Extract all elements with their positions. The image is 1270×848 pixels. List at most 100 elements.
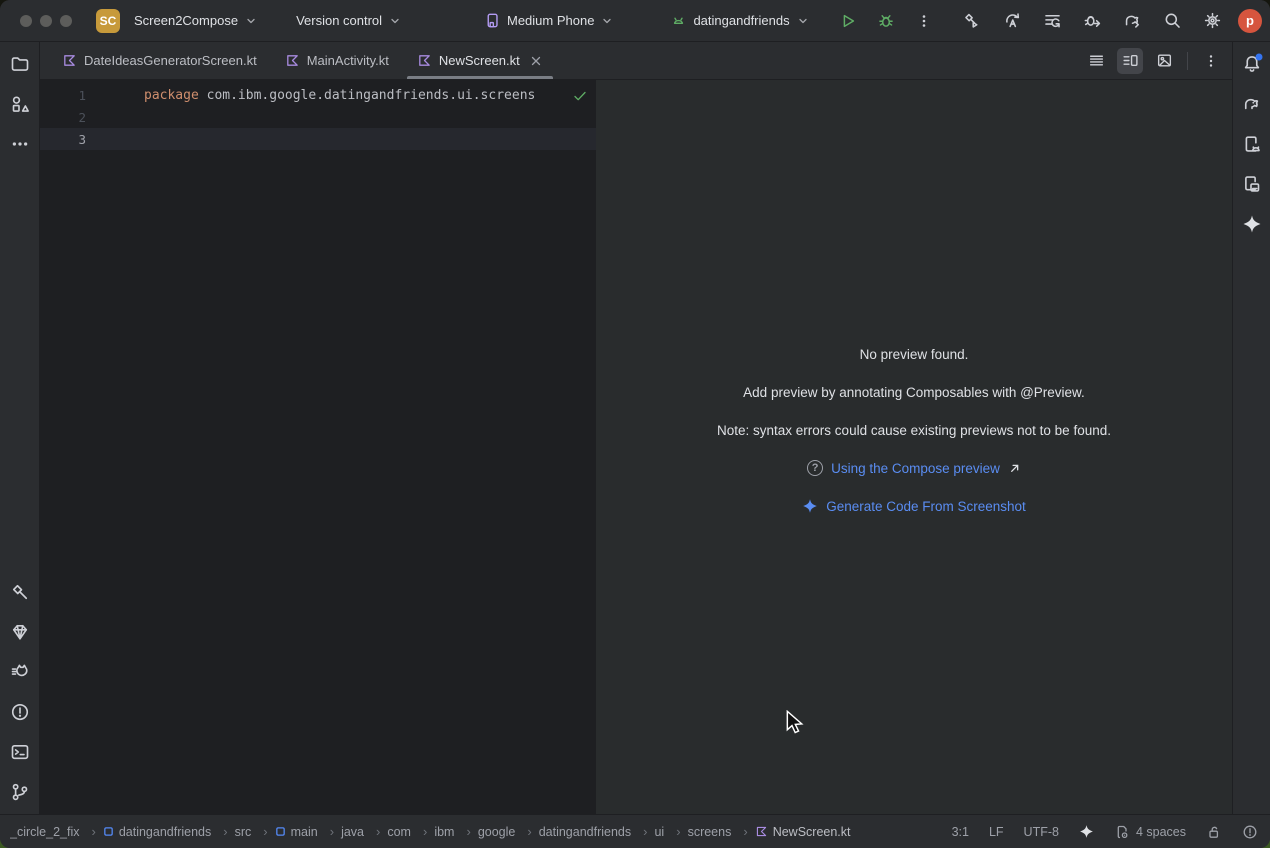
breadcrumb-item[interactable]: google — [478, 824, 539, 839]
gradle-tool-button[interactable] — [1238, 90, 1266, 118]
user-avatar[interactable]: p — [1238, 9, 1262, 33]
kebab-menu-icon — [1203, 53, 1219, 69]
tab-label: DateIdeasGeneratorScreen.kt — [84, 53, 257, 68]
editor-view-toggles — [1083, 42, 1232, 79]
vcs-label: Version control — [296, 13, 382, 28]
inspections-status[interactable] — [572, 88, 588, 104]
gem-icon — [10, 622, 30, 642]
minimize-window-button[interactable] — [40, 15, 52, 27]
code-editor[interactable]: 1 package com.ibm.google.datingandfriend… — [40, 80, 596, 814]
hammer-icon — [10, 582, 30, 602]
breadcrumb-item-file[interactable]: NewScreen.kt — [755, 825, 851, 839]
breadcrumb-label: NewScreen.kt — [773, 825, 851, 839]
split-view-button[interactable] — [1117, 48, 1143, 74]
breadcrumb-item[interactable]: java — [341, 824, 387, 839]
more-run-options-button[interactable] — [910, 7, 938, 35]
readonly-toggle[interactable] — [1206, 824, 1222, 840]
ellipsis-icon — [10, 134, 30, 154]
device-selector[interactable]: Medium Phone — [478, 8, 620, 33]
breadcrumb-item[interactable]: datingandfriends — [539, 824, 655, 839]
compose-preview-help-link[interactable]: ? Using the Compose preview — [807, 449, 1021, 487]
problems-tool-button[interactable] — [6, 698, 34, 726]
gradle-sync-button[interactable] — [1118, 7, 1146, 35]
run-button[interactable] — [834, 7, 862, 35]
run-configuration-selector[interactable]: datingandfriends — [664, 8, 815, 33]
encoding-widget[interactable]: UTF-8 — [1024, 825, 1059, 839]
main-area: DateIdeasGeneratorScreen.kt MainActivity… — [0, 42, 1270, 814]
breadcrumb: _circle_2_fix datingandfriends src main … — [10, 824, 851, 839]
indent-config-icon — [1114, 824, 1130, 840]
breadcrumb-label: google — [478, 825, 516, 839]
line-number: 3 — [40, 132, 104, 147]
settings-button[interactable] — [1198, 7, 1226, 35]
version-control-tool-button[interactable] — [6, 778, 34, 806]
tab-dateideasgeneratorscreen[interactable]: DateIdeasGeneratorScreen.kt — [48, 42, 271, 79]
caret-position-widget[interactable]: 3:1 — [952, 825, 969, 839]
no-preview-message: No preview found. — [860, 335, 969, 373]
line-ending-widget[interactable]: LF — [989, 825, 1004, 839]
sparkle-icon — [1242, 214, 1262, 234]
breadcrumb-label: com — [387, 825, 411, 839]
bug-icon — [877, 12, 895, 30]
editor-options-button[interactable] — [1198, 48, 1224, 74]
run-configuration-label: datingandfriends — [693, 13, 789, 28]
generate-code-from-screenshot-link[interactable]: Generate Code From Screenshot — [802, 487, 1026, 525]
device-icon — [484, 12, 501, 29]
build-tool-button[interactable] — [6, 578, 34, 606]
keyword-token: package — [144, 88, 199, 103]
gemini-tool-button[interactable] — [1238, 210, 1266, 238]
sync-project-button[interactable] — [1038, 7, 1066, 35]
device-manager-tool-button[interactable] — [1238, 130, 1266, 158]
gemini-status-widget[interactable] — [1079, 824, 1094, 839]
apply-code-changes-button[interactable] — [1078, 7, 1106, 35]
tab-label: MainActivity.kt — [307, 53, 389, 68]
run-actions — [834, 7, 938, 35]
design-view-button[interactable] — [1151, 48, 1177, 74]
design-view-icon — [1156, 52, 1173, 69]
tab-newscreen[interactable]: NewScreen.kt — [403, 42, 557, 79]
search-everywhere-button[interactable] — [1158, 7, 1186, 35]
apply-changes-button[interactable] — [998, 7, 1026, 35]
breadcrumb-item[interactable]: ibm — [434, 824, 478, 839]
unlocked-padlock-icon — [1206, 824, 1222, 840]
kotlin-file-icon — [285, 53, 300, 68]
indent-widget[interactable]: 4 spaces — [1114, 824, 1186, 840]
editor-line-2: 2 — [40, 106, 596, 128]
logcat-tool-button[interactable] — [6, 658, 34, 686]
running-devices-tool-button[interactable] — [1238, 170, 1266, 198]
git-branch-icon — [10, 782, 30, 802]
close-window-button[interactable] — [20, 15, 32, 27]
apply-changes-icon — [1003, 11, 1022, 30]
breadcrumb-item[interactable]: _circle_2_fix — [10, 824, 103, 839]
editor-content-row: 1 package com.ibm.google.datingandfriend… — [40, 80, 1232, 814]
toolbar-divider — [1187, 52, 1188, 70]
build-run-button[interactable] — [958, 7, 986, 35]
notifications-button[interactable] — [1238, 50, 1266, 78]
project-widget[interactable]: SC Screen2Compose — [90, 5, 264, 37]
breadcrumb-item[interactable]: main — [275, 824, 341, 839]
breadcrumb-item[interactable]: src — [235, 824, 275, 839]
terminal-tool-button[interactable] — [6, 738, 34, 766]
breadcrumb-item[interactable]: datingandfriends — [103, 824, 235, 839]
breadcrumb-item[interactable]: ui — [654, 824, 687, 839]
resource-manager-tool-button[interactable] — [6, 90, 34, 118]
breadcrumb-label: main — [291, 825, 318, 839]
project-tool-button[interactable] — [6, 50, 34, 78]
vcs-widget[interactable]: Version control — [290, 9, 408, 32]
zoom-window-button[interactable] — [60, 15, 72, 27]
close-tab-button[interactable] — [529, 54, 543, 68]
code-view-button[interactable] — [1083, 48, 1109, 74]
breadcrumb-label: datingandfriends — [539, 825, 631, 839]
more-tool-windows-button[interactable] — [6, 130, 34, 158]
external-link-icon — [1008, 462, 1021, 475]
app-quality-insights-tool-button[interactable] — [6, 618, 34, 646]
breadcrumb-item[interactable]: com — [387, 824, 434, 839]
kebab-menu-icon — [916, 13, 932, 29]
debug-button[interactable] — [872, 7, 900, 35]
inspection-highlight-widget[interactable] — [1242, 824, 1258, 840]
breadcrumb-item[interactable]: screens — [688, 824, 755, 839]
kotlin-file-icon — [62, 53, 77, 68]
chevron-down-icon — [600, 14, 614, 28]
running-devices-icon — [1242, 174, 1262, 194]
tab-mainactivity[interactable]: MainActivity.kt — [271, 42, 403, 79]
